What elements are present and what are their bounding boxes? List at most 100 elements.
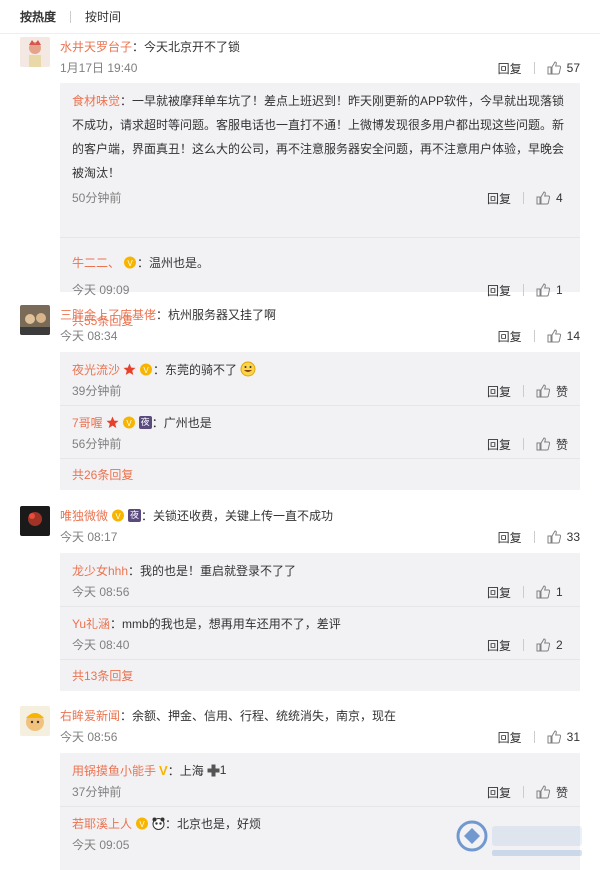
more-replies-link[interactable]: 共13条回复	[72, 667, 133, 685]
username-link[interactable]: 夜光流沙	[72, 361, 120, 378]
reply-meta: 39分钟前 回复 赞	[72, 382, 568, 400]
cross-emoji-icon	[207, 764, 220, 776]
username-link[interactable]: 三胖金上了库基佬	[60, 306, 156, 323]
comment-text: 关锁还收费，关键上传一直不成功	[153, 508, 334, 523]
reply-meta: 50分钟前 回复 4	[72, 189, 568, 207]
more-replies-link[interactable]: 共26条回复	[72, 466, 133, 484]
like-count: 1	[556, 283, 563, 297]
reply-item: 牛二二、 V ： 温州也是。 今天 09:09 回复 1	[72, 211, 568, 298]
reply-text: 广州也是	[163, 415, 212, 430]
username-link[interactable]: Yu礼涵	[72, 615, 110, 632]
comment: 水井天罗台子 ： 今天北京开不了锁 1月17日 19:40 回复 57 食材味觉…	[0, 37, 600, 328]
reply-button[interactable]: 回复	[487, 383, 511, 400]
thumb-up-icon	[536, 585, 550, 599]
divider	[60, 659, 580, 660]
reply-button[interactable]: 回复	[487, 282, 511, 299]
reply-button[interactable]: 回复	[487, 784, 511, 801]
like-button[interactable]: 1	[536, 283, 568, 297]
reply-header: 牛二二、 V ： 温州也是。	[72, 254, 210, 271]
username-link[interactable]: 水井天罗台子	[60, 38, 132, 55]
like-button[interactable]: 赞	[536, 436, 568, 453]
comment-meta: 1月17日 19:40 回复 57	[60, 59, 580, 77]
username-link[interactable]: 用锅摸鱼小能手	[72, 762, 156, 779]
thumb-up-icon	[547, 61, 561, 75]
reply-header: 龙少女hhh ： 我的也是！重启就登录不了了	[72, 562, 297, 579]
avatar[interactable]	[20, 305, 50, 335]
verified-v-badge-icon: V	[159, 762, 168, 778]
svg-text:V: V	[127, 259, 133, 268]
username-link[interactable]: 牛二二、	[72, 254, 120, 271]
reply-button[interactable]: 回复	[498, 60, 522, 77]
reply-time: 37分钟前	[72, 785, 122, 799]
action-divider	[523, 639, 524, 651]
like-button[interactable]: 31	[547, 730, 580, 744]
username-link[interactable]: 若耶溪上人	[72, 815, 132, 832]
divider	[60, 806, 580, 807]
reply-time: 今天 08:56	[72, 585, 130, 599]
comment-header: 唯独微微 V 夜 ： 关锁还收费，关键上传一直不成功	[60, 507, 334, 524]
like-button[interactable]: 4	[536, 191, 568, 205]
username-link[interactable]: 食材味觉	[72, 94, 120, 108]
divider	[60, 458, 580, 459]
reply-list: 龙少女hhh ： 我的也是！重启就登录不了了 今天 08:56 回复 1 Yu礼…	[60, 553, 580, 691]
reply-meta: 37分钟前 回复 赞	[72, 783, 568, 801]
reply-text: mmb的我也是，想再用车还用不了，差评	[122, 616, 341, 631]
sort-by-time[interactable]: 按时间	[85, 8, 121, 25]
like-button[interactable]: 1	[536, 585, 568, 599]
vip-badge-icon: V	[124, 256, 137, 268]
username-link[interactable]: 唯独微微	[60, 507, 108, 524]
username-link[interactable]: 7哥喔	[72, 414, 103, 431]
sort-by-hot[interactable]: 按热度	[20, 8, 56, 25]
reply-time: 50分钟前	[72, 191, 122, 205]
avatar[interactable]	[20, 37, 50, 67]
comment-header: 水井天罗台子 ： 今天北京开不了锁	[60, 38, 241, 55]
reply-button[interactable]: 回复	[487, 436, 511, 453]
vip-badge-icon: V	[140, 363, 153, 375]
like-button[interactable]: 57	[547, 61, 580, 75]
thumb-up-icon	[547, 730, 561, 744]
username-link[interactable]: 右眸爱新闻	[60, 707, 120, 724]
reply-button[interactable]: 回复	[498, 328, 522, 345]
username-link[interactable]: 龙少女hhh	[72, 562, 128, 579]
reply-button[interactable]: 回复	[498, 529, 522, 546]
reply-button[interactable]: 回复	[487, 190, 511, 207]
reply-item: 用锅摸鱼小能手 V ： 上海 1 37分钟前 回复 赞	[72, 761, 568, 801]
like-count: 1	[556, 585, 563, 599]
like-count: 14	[566, 329, 580, 343]
svg-text:V: V	[143, 366, 149, 375]
reply-meta: 今天 08:56 回复 1	[72, 583, 568, 601]
comment-time: 今天 08:56	[60, 730, 118, 744]
star-badge-icon	[123, 363, 136, 375]
reply-button[interactable]: 回复	[487, 584, 511, 601]
reply-button[interactable]: 回复	[487, 637, 511, 654]
like-count: 57	[566, 61, 580, 75]
like-button[interactable]: 33	[547, 530, 580, 544]
avatar[interactable]	[20, 706, 50, 736]
svg-text:V: V	[126, 419, 132, 428]
reply-text: 一早就被摩拜单车坑了！差点上班迟到！昨天刚更新的APP软件，今早就出现落锁不成功…	[72, 94, 565, 180]
comment-time: 1月17日 19:40	[60, 61, 138, 75]
like-count: 33	[566, 530, 580, 544]
like-count: 2	[556, 638, 563, 652]
panda-badge-icon	[152, 817, 165, 830]
comment: 三胖金上了库基佬 ： 杭州服务器又挂了啊 今天 08:34 回复 14 夜光流沙…	[0, 305, 600, 490]
comment-text: 余额、押金、信用、行程、统统消失，南京，现在	[132, 708, 397, 723]
like-button[interactable]: 14	[547, 329, 580, 343]
like-button[interactable]: 2	[536, 638, 568, 652]
action-divider	[533, 62, 535, 74]
comment-header: 右眸爱新闻 ： 余额、押金、信用、行程、统统消失，南京，现在	[60, 707, 397, 724]
comment-meta: 今天 08:34 回复 14	[60, 327, 580, 345]
laugh-emoji-icon	[240, 361, 256, 377]
thumb-up-icon	[536, 638, 550, 652]
reply-button[interactable]: 回复	[498, 729, 522, 746]
reply-body: 食材味觉：一早就被摩拜单车坑了！差点上班迟到！昨天刚更新的APP软件，今早就出现…	[72, 94, 565, 180]
comment: 唯独微微 V 夜 ： 关锁还收费，关键上传一直不成功 今天 08:17 回复 3…	[0, 506, 600, 691]
star-badge-icon	[106, 416, 119, 428]
comment-text: 今天北京开不了锁	[144, 39, 241, 54]
divider	[60, 606, 580, 607]
avatar[interactable]	[20, 506, 50, 536]
like-button[interactable]: 赞	[536, 784, 568, 801]
like-button[interactable]: 赞	[536, 383, 568, 400]
reply-header: 7哥喔 V 夜 ： 广州也是	[72, 414, 212, 431]
comment-header: 三胖金上了库基佬 ： 杭州服务器又挂了啊	[60, 306, 277, 323]
